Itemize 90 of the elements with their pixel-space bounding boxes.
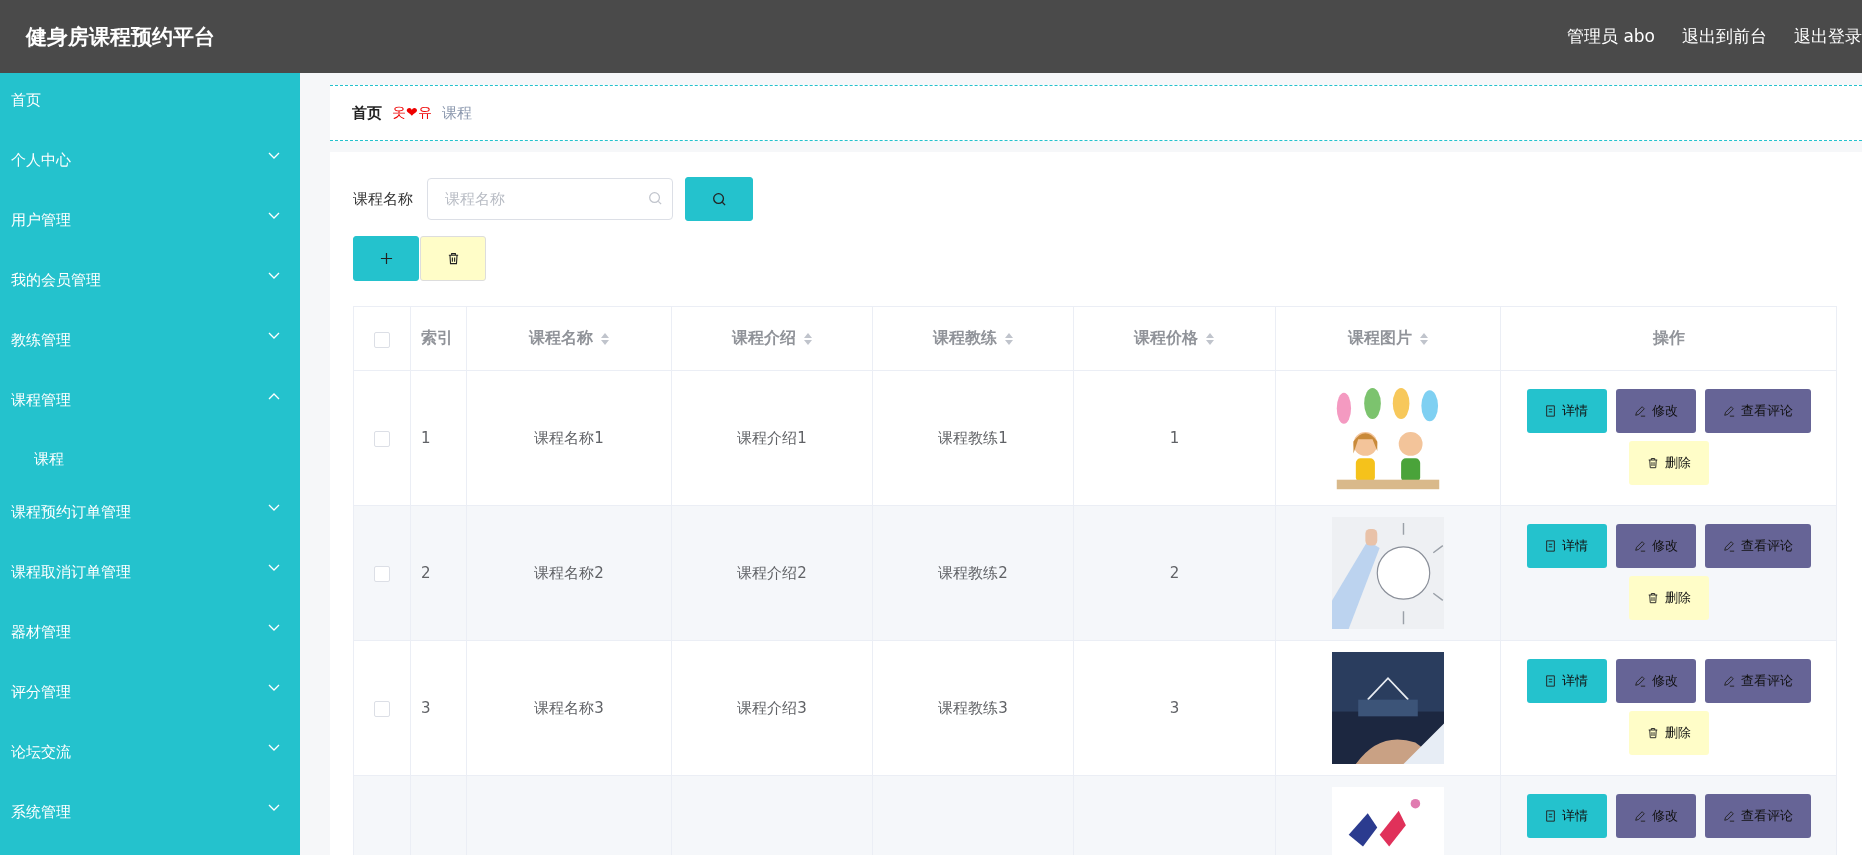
sidebar-item[interactable]: 课程管理 — [0, 373, 300, 433]
document-icon — [1545, 405, 1556, 417]
search-button[interactable] — [685, 177, 753, 221]
pencil-icon — [1722, 810, 1735, 822]
sort-icon[interactable] — [599, 331, 610, 346]
pencil-icon — [1633, 810, 1646, 822]
add-button[interactable] — [353, 236, 419, 281]
detail-button[interactable]: 详情 — [1526, 659, 1607, 703]
column-header: 课程名称 — [528, 328, 593, 349]
delete-button[interactable]: 删除 — [1628, 711, 1709, 755]
detail-button[interactable]: 详情 — [1526, 524, 1607, 568]
table-cell: 3 — [421, 699, 431, 717]
column-header: 课程教练 — [932, 328, 997, 349]
detail-button[interactable]: 详情 — [1526, 389, 1607, 433]
sidebar-item[interactable]: 教练管理 — [0, 313, 300, 373]
delete-button[interactable] — [420, 236, 486, 281]
sidebar-item[interactable]: 课程预约订单管理 — [0, 485, 300, 545]
search-icon — [711, 191, 727, 207]
trash-icon — [1646, 457, 1659, 469]
breadcrumb-link[interactable]: 首页 — [352, 103, 382, 123]
pencil-icon — [1633, 540, 1646, 552]
edit-button[interactable]: 修改 — [1615, 389, 1696, 433]
sort-icon[interactable] — [1205, 331, 1215, 346]
table-cell: 课程介绍1 — [737, 428, 807, 447]
plus-icon — [379, 252, 393, 265]
review-button[interactable]: 查看评论 — [1704, 659, 1811, 703]
sort-icon[interactable] — [802, 331, 813, 346]
row-checkbox[interactable] — [374, 430, 390, 447]
table-cell: 课程名称1 — [534, 428, 604, 447]
sidebar-item[interactable]: 首页 — [0, 73, 300, 133]
search-label: 课程名称 — [353, 189, 413, 209]
table-cell: 3 — [1169, 699, 1180, 717]
column-header: 课程图片 — [1347, 328, 1412, 349]
header-link[interactable]: 管理员 abo — [1567, 25, 1655, 48]
delete-button[interactable]: 删除 — [1628, 441, 1709, 485]
column-header: 课程价格 — [1134, 328, 1198, 349]
table-cell: 2 — [1169, 564, 1180, 582]
sidebar-item[interactable]: 个人中心 — [0, 133, 300, 193]
pencil-icon — [1722, 405, 1735, 417]
edit-button[interactable]: 修改 — [1615, 794, 1696, 838]
row-checkbox[interactable] — [374, 565, 390, 582]
sidebar-subitem[interactable]: 课程 — [0, 433, 300, 485]
sort-icon[interactable] — [1418, 331, 1429, 346]
column-header: 操作 — [1652, 328, 1685, 349]
breadcrumb-current: 课程 — [441, 103, 472, 123]
pencil-icon — [1633, 675, 1646, 687]
sidebar-item[interactable]: 器材管理 — [0, 605, 300, 665]
document-icon — [1545, 675, 1556, 687]
trash-icon — [1646, 727, 1659, 739]
review-button[interactable]: 查看评论 — [1704, 794, 1811, 838]
app-title: 健身房课程预约平台 — [26, 23, 215, 51]
sidebar-item[interactable]: 论坛交流 — [0, 725, 300, 785]
select-all-checkbox[interactable] — [374, 331, 390, 348]
detail-button[interactable]: 详情 — [1526, 794, 1607, 838]
edit-button[interactable]: 修改 — [1615, 524, 1696, 568]
search-icon — [648, 191, 663, 206]
pencil-icon — [1722, 540, 1735, 552]
trash-icon — [446, 252, 460, 265]
pencil-icon — [1722, 675, 1735, 687]
table-cell: 课程名称2 — [534, 563, 604, 582]
sidebar-item[interactable]: 课程取消订单管理 — [0, 545, 300, 605]
delete-button[interactable]: 删除 — [1628, 576, 1709, 620]
column-header: 课程介绍 — [731, 328, 796, 349]
table-cell: 课程名称3 — [534, 698, 604, 717]
sidebar-item[interactable]: 评分管理 — [0, 665, 300, 725]
edit-button[interactable]: 修改 — [1615, 659, 1696, 703]
table-cell: 1 — [421, 429, 431, 447]
sort-icon[interactable] — [1003, 331, 1014, 346]
table-cell: 课程教练2 — [938, 563, 1008, 582]
sidebar-item[interactable]: 用户管理 — [0, 193, 300, 253]
document-icon — [1545, 540, 1556, 552]
table-cell: 课程教练3 — [938, 698, 1008, 717]
review-button[interactable]: 查看评论 — [1704, 524, 1811, 568]
document-icon — [1545, 810, 1556, 822]
table-cell: 课程介绍2 — [737, 563, 807, 582]
breadcrumb-separator: 옷❤유 — [392, 104, 432, 122]
search-field[interactable]: 课程名称 — [427, 178, 673, 220]
header-link[interactable]: 退出到前台 — [1682, 25, 1767, 48]
table-cell: 1 — [1169, 429, 1180, 447]
header-link[interactable]: 退出登录 — [1794, 25, 1862, 48]
table-cell: 2 — [421, 564, 431, 582]
sidebar-item[interactable]: 系统管理 — [0, 785, 300, 845]
column-header: 索引 — [421, 328, 453, 349]
pencil-icon — [1633, 405, 1646, 417]
review-button[interactable]: 查看评论 — [1704, 389, 1811, 433]
table-cell: 课程介绍3 — [737, 698, 807, 717]
table-cell: 课程教练1 — [938, 428, 1008, 447]
trash-icon — [1646, 592, 1659, 604]
row-checkbox[interactable] — [374, 700, 390, 717]
sidebar-item[interactable]: 我的会员管理 — [0, 253, 300, 313]
